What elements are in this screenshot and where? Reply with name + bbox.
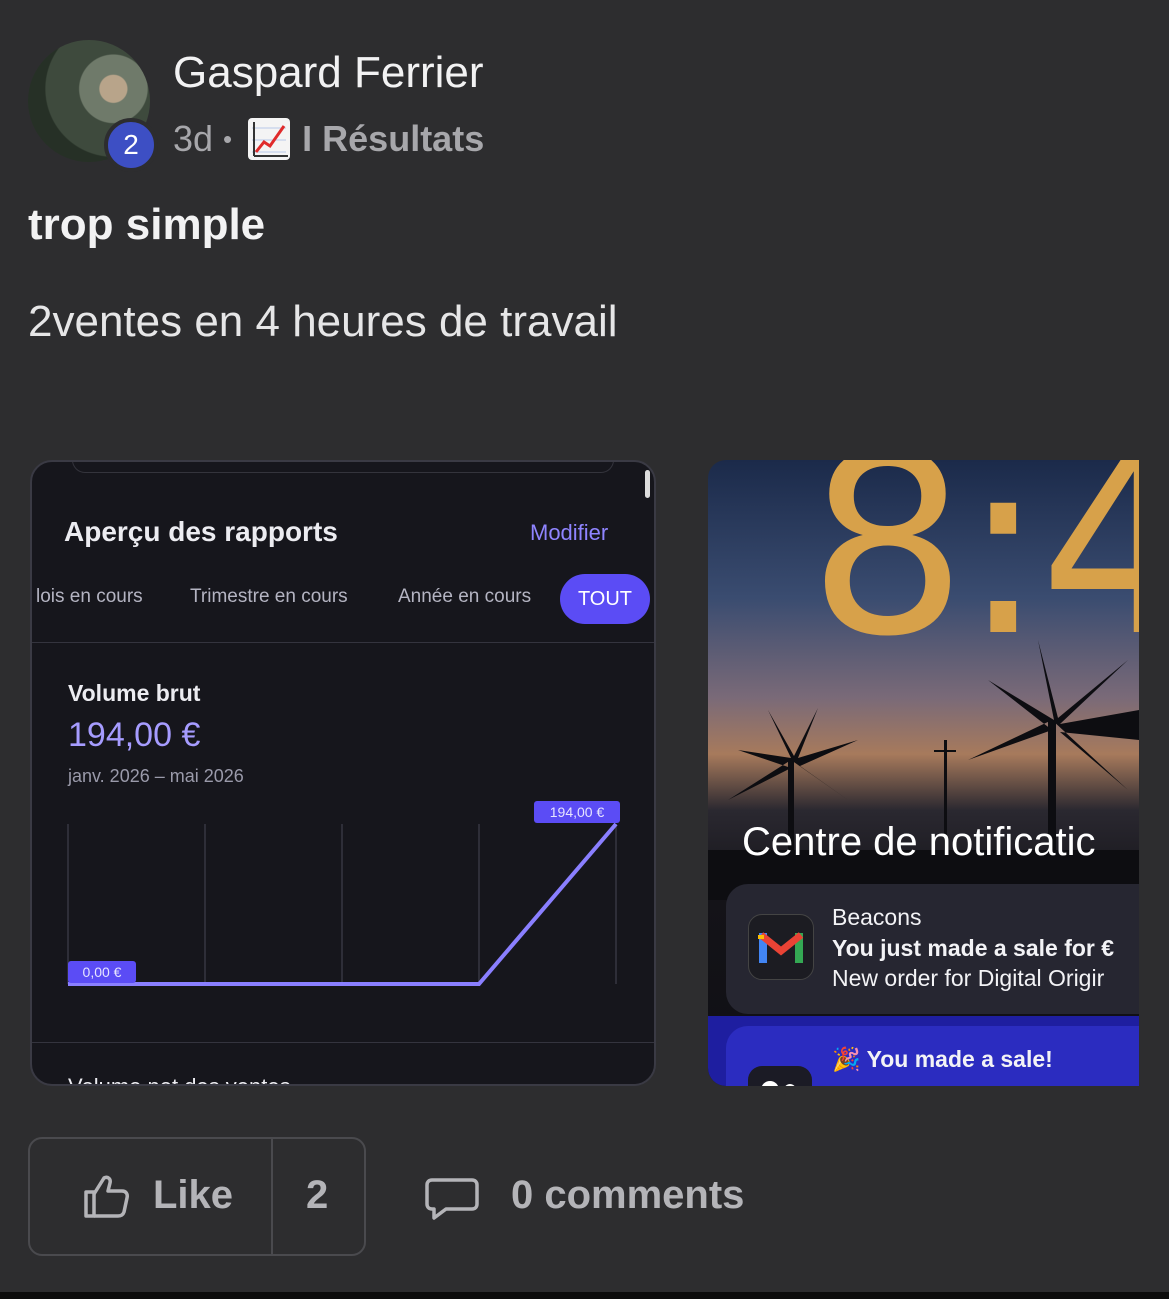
notification-app-name: Beacons — [832, 904, 922, 930]
like-count[interactable]: 2 — [306, 1173, 328, 1218]
volume-line-chart: 0,00 € 194,00 € — [67, 801, 620, 986]
bottom-edge — [0, 1292, 1169, 1299]
chart-data-label: 194,00 € — [534, 801, 620, 823]
attachment-image-report[interactable]: Aperçu des rapports Modifier lois en cou… — [30, 460, 656, 1086]
app-icon — [748, 1066, 812, 1086]
chart-increasing-icon — [248, 118, 291, 160]
notification-line-1: You just made a sale for € — [832, 935, 1115, 961]
notification-center-title: Centre de notificatic — [742, 820, 1096, 864]
notification-sale: 🎉 You made a sale! — [726, 1026, 1139, 1086]
chart-data-label: 0,00 € — [68, 961, 136, 983]
attachment-image-notifications[interactable]: 8:4 Centre de notificatic Beacons You ju… — [708, 460, 1139, 1086]
svg-text:194,00 €: 194,00 € — [550, 804, 605, 820]
level-badge: 2 — [104, 118, 158, 172]
post-category[interactable]: I Résultats — [302, 118, 484, 160]
comments-count[interactable]: 0 comments — [511, 1173, 744, 1218]
like-separator — [271, 1139, 273, 1254]
cut-off-label: Volume net des ventes — [68, 1074, 291, 1084]
notification-sale-title: 🎉 You made a sale! — [832, 1046, 1053, 1072]
divider — [32, 1042, 654, 1043]
comment-icon[interactable] — [424, 1174, 480, 1222]
svg-text:0,00 €: 0,00 € — [83, 964, 122, 980]
notification-beacons: Beacons You just made a sale for € New o… — [726, 884, 1139, 1014]
author-name[interactable]: Gaspard Ferrier — [173, 48, 484, 98]
post-meta: 3d • I Résultats — [173, 118, 484, 160]
post-time: 3d — [173, 118, 214, 159]
notification-line-2: New order for Digital Origir — [832, 965, 1105, 991]
gmail-icon — [748, 914, 814, 980]
post-body: 2ventes en 4 heures de travail — [28, 297, 618, 346]
thumbs-up-icon — [84, 1175, 129, 1218]
post-title: trop simple — [28, 200, 266, 249]
meta-separator: • — [223, 123, 233, 154]
like-label[interactable]: Like — [153, 1173, 233, 1218]
